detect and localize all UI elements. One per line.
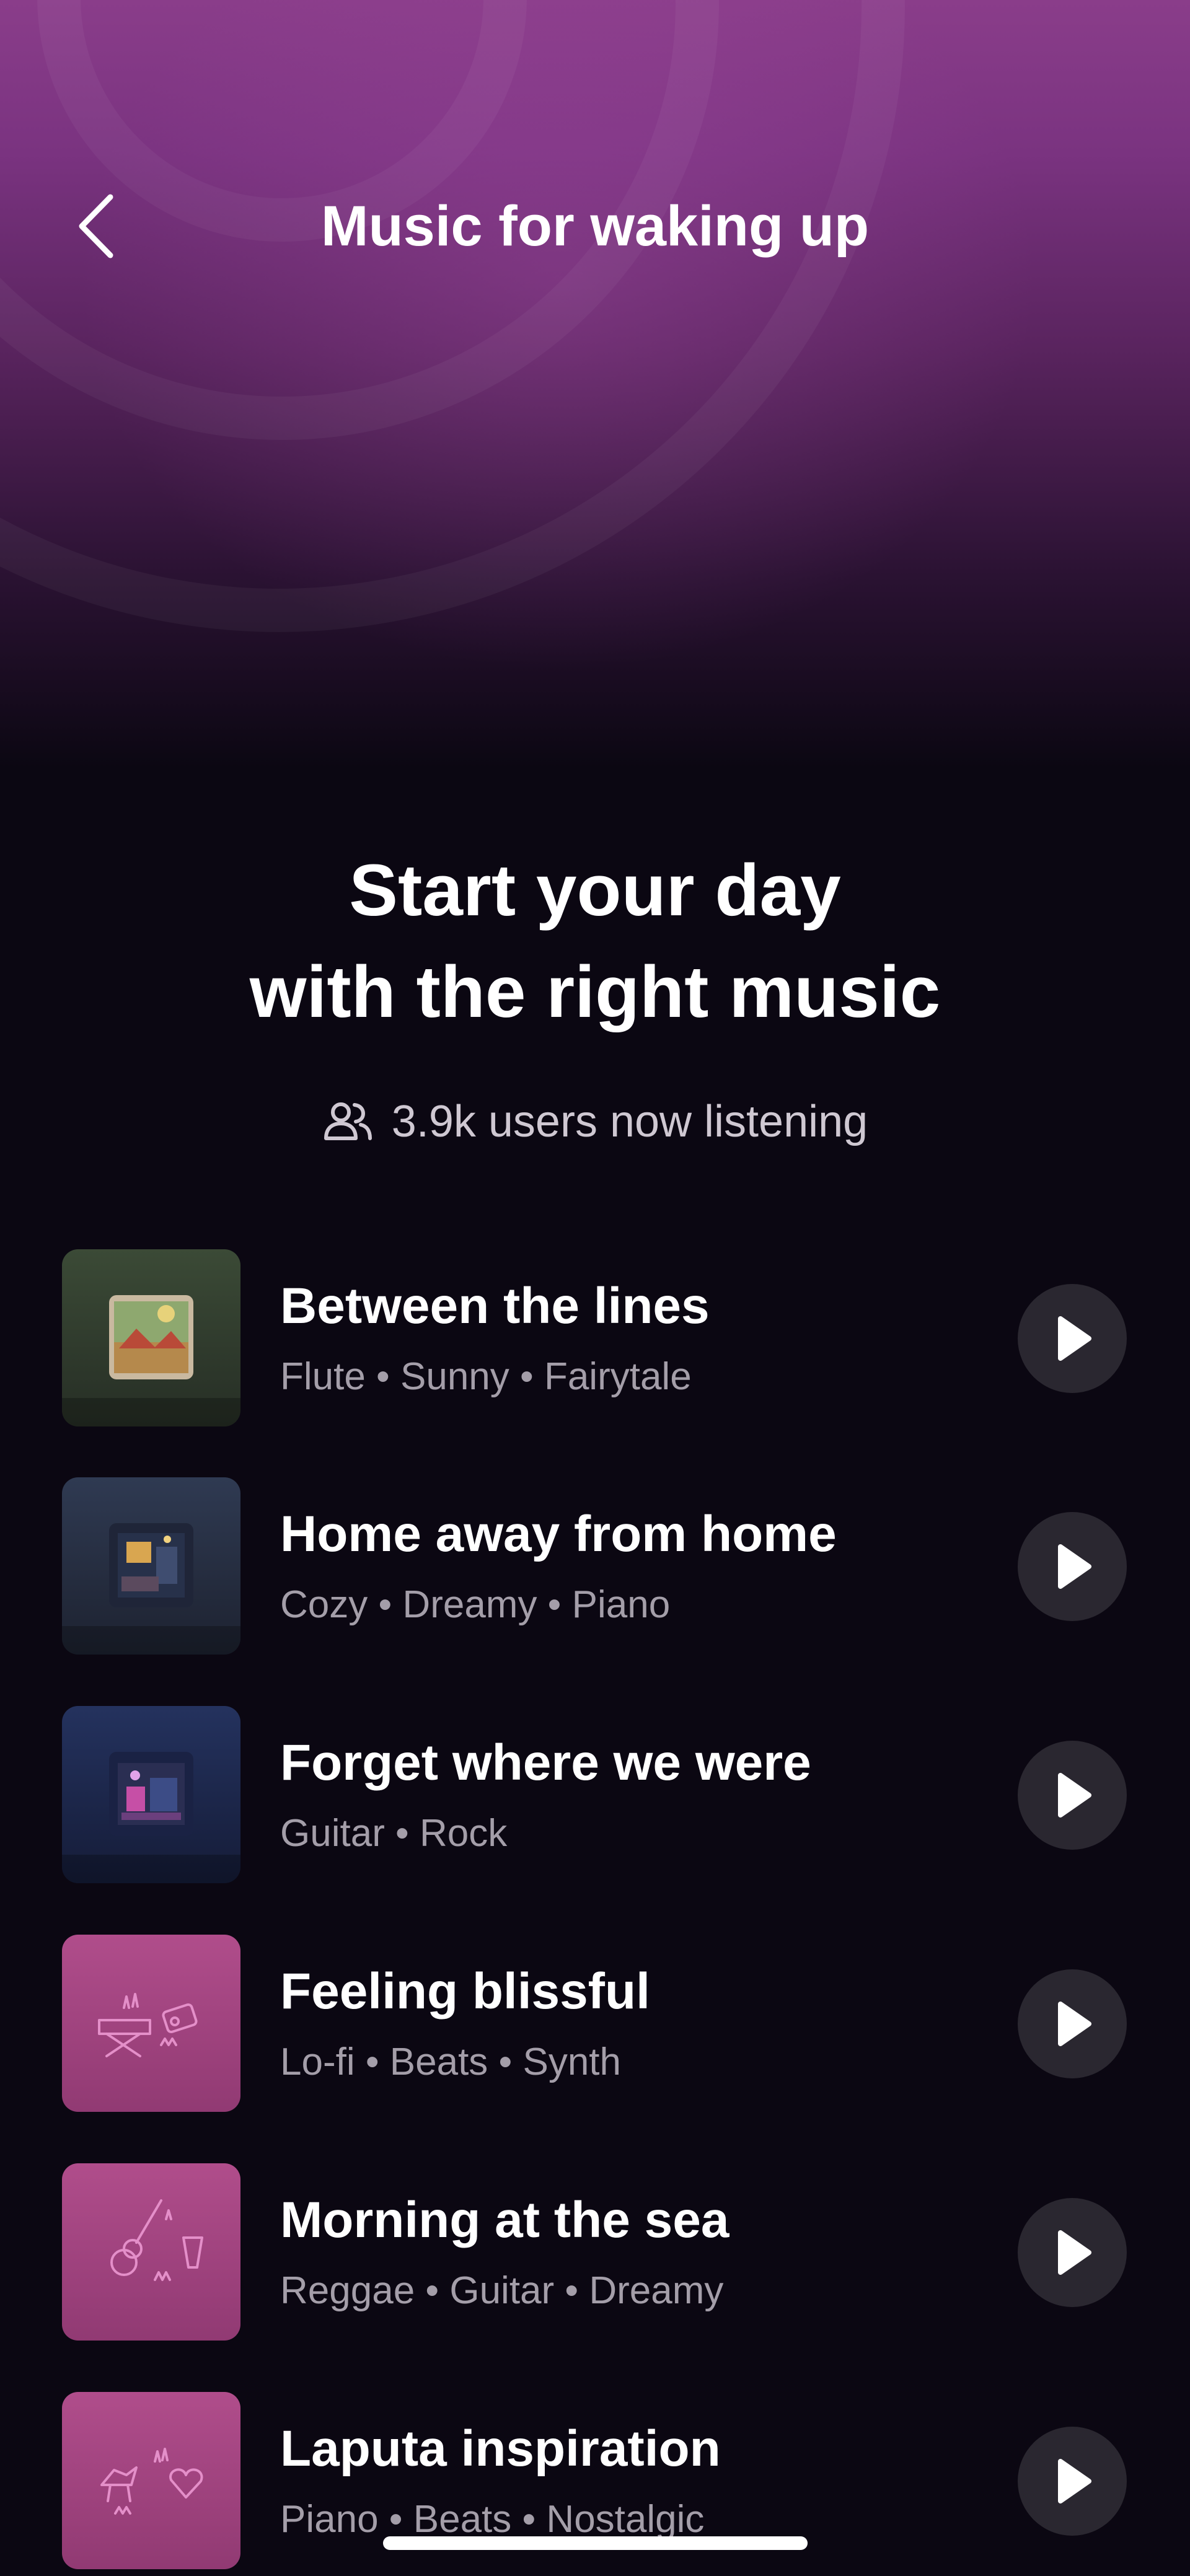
track-tags: Flute • Sunny • Fairytale — [280, 1355, 692, 1398]
back-button[interactable] — [59, 186, 133, 266]
track-row[interactable]: Feeling blissful Lo-fi • Beats • Synth — [0, 1935, 1190, 2114]
play-button[interactable] — [1018, 2198, 1127, 2307]
track-artwork — [62, 1706, 240, 1883]
play-icon — [1058, 1316, 1091, 1361]
track-title: Feeling blissful — [280, 1963, 650, 2020]
play-button[interactable] — [1018, 1512, 1127, 1621]
play-button[interactable] — [1018, 1969, 1127, 2078]
hero-headline: Start your day with the right music — [99, 840, 1091, 1043]
page-title: Music for waking up — [320, 194, 870, 258]
night-room-artwork — [62, 1523, 240, 1655]
track-artwork — [62, 1249, 240, 1426]
headline-line-1: Start your day — [349, 850, 841, 931]
play-button[interactable] — [1018, 1741, 1127, 1850]
track-tags: Lo-fi • Beats • Synth — [280, 2041, 622, 2083]
track-tags: Guitar • Rock — [280, 1812, 508, 1855]
track-artwork — [62, 1935, 240, 2112]
play-icon — [1058, 1544, 1091, 1589]
listeners-text: 3.9k users now listening — [391, 1097, 868, 1146]
users-icon — [324, 1102, 372, 1140]
play-icon — [1058, 2459, 1091, 2503]
track-tags: Reggae • Guitar • Dreamy — [280, 2269, 724, 2312]
track-artwork — [62, 2392, 240, 2569]
track-title: Morning at the sea — [280, 2192, 729, 2248]
track-title: Home away from home — [280, 1506, 837, 1562]
track-title: Forget where we were — [280, 1734, 811, 1791]
track-tags: Piano • Beats • Nostalgic — [280, 2498, 705, 2541]
track-row[interactable]: Home away from home Cozy • Dreamy • Pian… — [0, 1477, 1190, 1657]
hero-header-background — [0, 0, 1190, 768]
headline-line-2: with the right music — [249, 951, 941, 1033]
track-row[interactable]: Forget where we were Guitar • Rock — [0, 1706, 1190, 1886]
track-artwork — [62, 1477, 240, 1655]
chevron-left-icon — [79, 194, 113, 258]
pink-guitar-artwork — [110, 2199, 203, 2281]
track-title: Between the lines — [280, 1278, 710, 1334]
track-row[interactable]: Morning at the sea Reggae • Guitar • Dre… — [0, 2163, 1190, 2343]
play-button[interactable] — [1018, 1284, 1127, 1393]
track-row[interactable]: Between the lines Flute • Sunny • Fairyt… — [0, 1249, 1190, 1429]
play-icon — [1058, 2002, 1091, 2046]
track-artwork — [62, 2163, 240, 2341]
track-title: Laputa inspiration — [280, 2420, 721, 2477]
blue-neon-artwork — [62, 1752, 240, 1883]
pink-piano-artwork — [100, 2448, 203, 2515]
listeners-count: 3.9k users now listening — [285, 1094, 905, 1150]
pink-synth-artwork — [98, 1993, 198, 2057]
home-indicator[interactable] — [383, 2536, 808, 2550]
green-scenery-artwork — [62, 1295, 240, 1426]
play-icon — [1058, 1773, 1091, 1818]
track-tags: Cozy • Dreamy • Piano — [280, 1583, 671, 1626]
play-button[interactable] — [1018, 2427, 1127, 2536]
play-icon — [1058, 2230, 1091, 2275]
